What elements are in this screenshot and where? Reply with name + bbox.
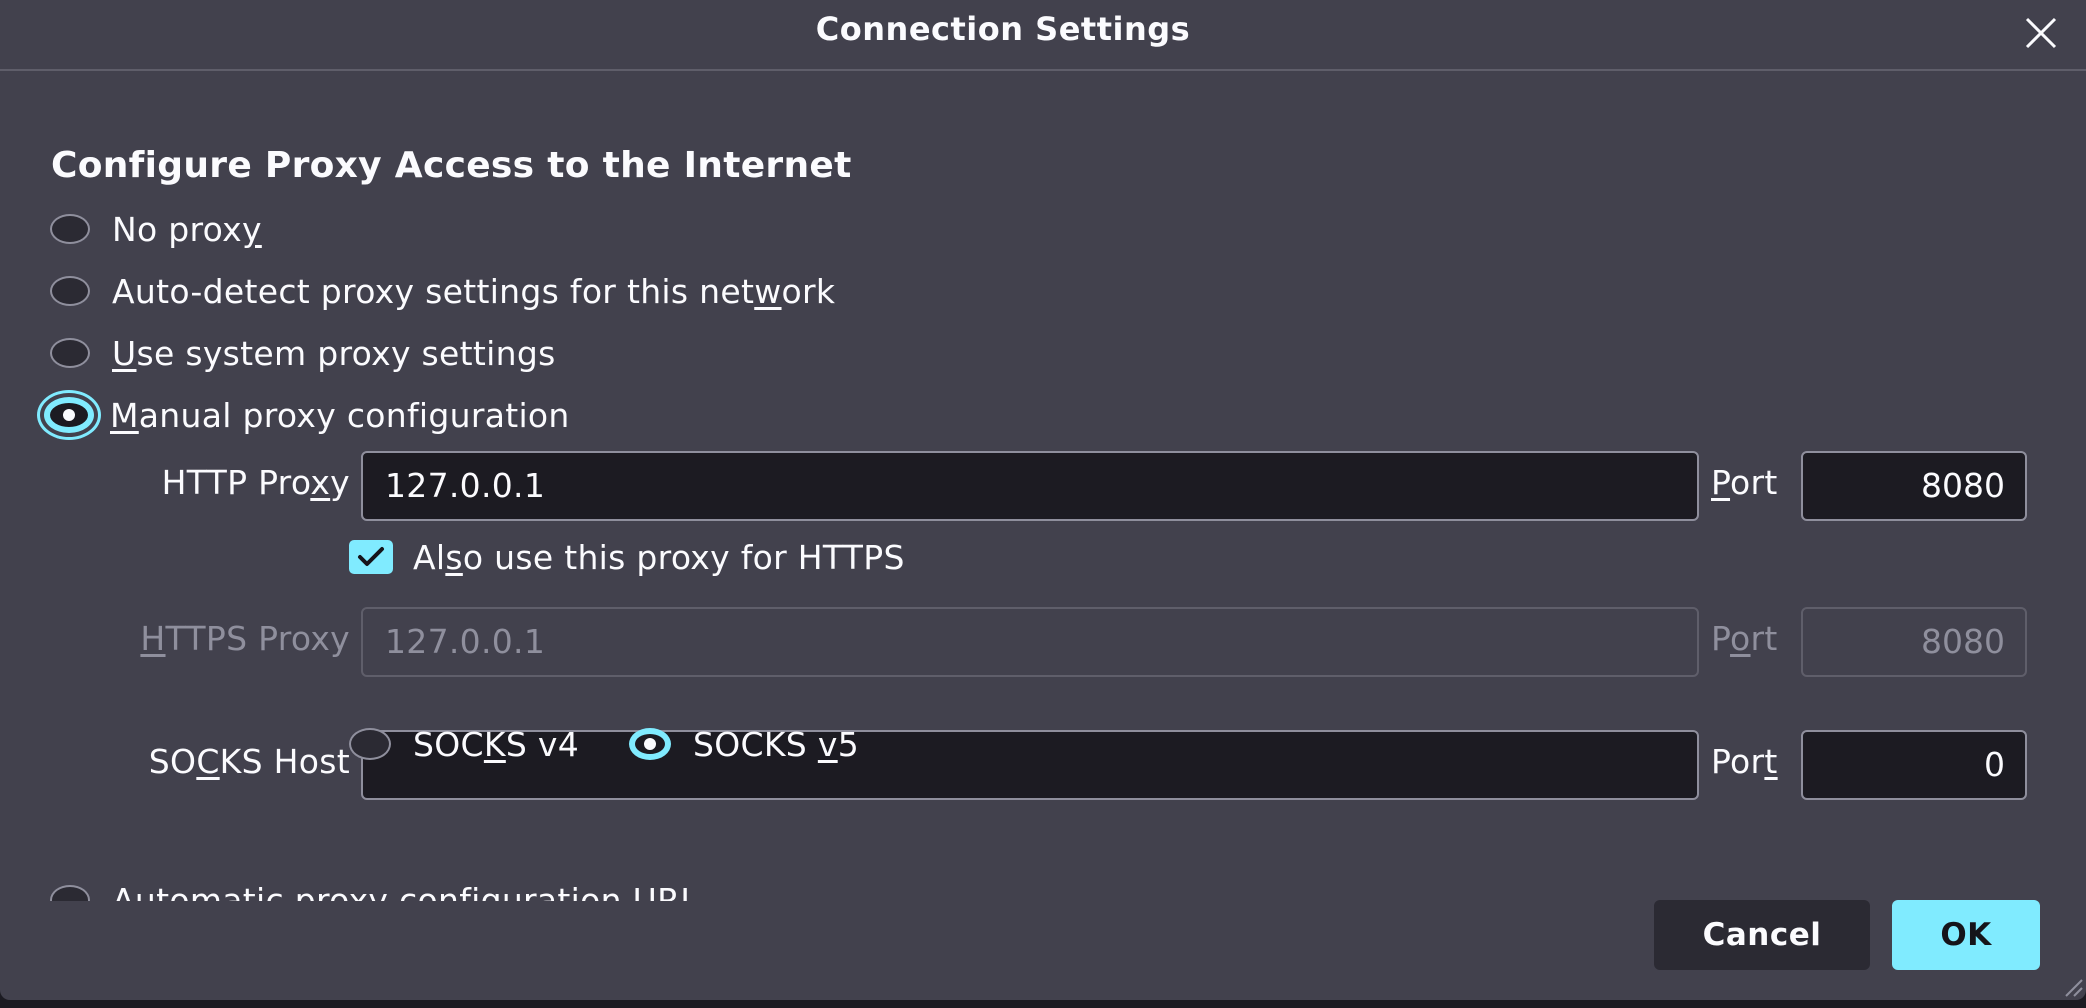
connection-settings-dialog: Connection Settings Configure Proxy Acce… <box>0 0 2086 1000</box>
section-heading: Configure Proxy Access to the Internet <box>51 145 852 186</box>
radio-button[interactable] <box>50 214 90 244</box>
radio-label: SOCKS v5 <box>693 724 859 764</box>
dialog-titlebar: Connection Settings <box>0 0 2086 71</box>
radio-socks-v4[interactable]: SOCKS v4 <box>349 724 579 764</box>
also-https-checkbox[interactable] <box>349 540 393 574</box>
https-port-input[interactable]: 8080 <box>1801 607 2027 677</box>
radio-button[interactable] <box>50 276 90 306</box>
radio-button[interactable] <box>50 885 90 901</box>
http-proxy-label: HTTP Proxy <box>161 463 350 502</box>
checkmark-icon <box>358 547 384 566</box>
http-port-input[interactable]: 8080 <box>1801 451 2027 521</box>
radio-label: Use system proxy settings <box>112 333 556 373</box>
also-https-label: Also use this proxy for HTTPS <box>413 537 905 577</box>
cancel-button[interactable]: Cancel <box>1654 900 1870 970</box>
close-icon <box>2025 17 2057 49</box>
radio-label: Automatic proxy configuration URL <box>112 880 699 902</box>
radio-label: No proxy <box>112 209 262 249</box>
radio-button[interactable] <box>50 338 90 368</box>
radio-socks-v5[interactable]: SOCKS v5 <box>629 724 859 764</box>
resize-grip-icon[interactable] <box>2060 974 2084 998</box>
radio-button[interactable] <box>44 397 94 433</box>
radio-auto-config-url[interactable]: Automatic proxy configuration URL <box>50 878 699 901</box>
socks-host-label: SOCKS Host <box>148 742 350 781</box>
ok-button[interactable]: OK <box>1892 900 2040 970</box>
https-proxy-label: HTTPS Proxy <box>140 619 350 658</box>
radio-manual-proxy[interactable]: Manual proxy configuration <box>44 393 570 437</box>
close-button[interactable] <box>2018 10 2064 56</box>
also-https-checkbox-row[interactable]: Also use this proxy for HTTPS <box>349 535 905 579</box>
radio-button[interactable] <box>349 728 391 760</box>
https-port-label: Port <box>1711 619 1778 658</box>
radio-system-proxy[interactable]: Use system proxy settings <box>50 331 556 375</box>
dialog-buttons: Cancel OK <box>1654 900 2040 970</box>
http-port-label: Port <box>1711 463 1778 502</box>
radio-no-proxy[interactable]: No proxy <box>50 207 262 251</box>
socks-port-input[interactable]: 0 <box>1801 730 2027 800</box>
socks-port-label: Port <box>1711 742 1778 781</box>
dialog-title: Connection Settings <box>815 10 1191 48</box>
https-proxy-input[interactable]: 127.0.0.1 <box>361 607 1699 677</box>
radio-label: Manual proxy configuration <box>110 395 570 435</box>
http-proxy-input[interactable]: 127.0.0.1 <box>361 451 1699 521</box>
radio-label: SOCKS v4 <box>413 724 579 764</box>
radio-button[interactable] <box>629 728 671 760</box>
radio-auto-detect[interactable]: Auto-detect proxy settings for this netw… <box>50 269 835 313</box>
dialog-content: Configure Proxy Access to the Internet N… <box>0 71 2086 901</box>
radio-label: Auto-detect proxy settings for this netw… <box>112 271 836 311</box>
